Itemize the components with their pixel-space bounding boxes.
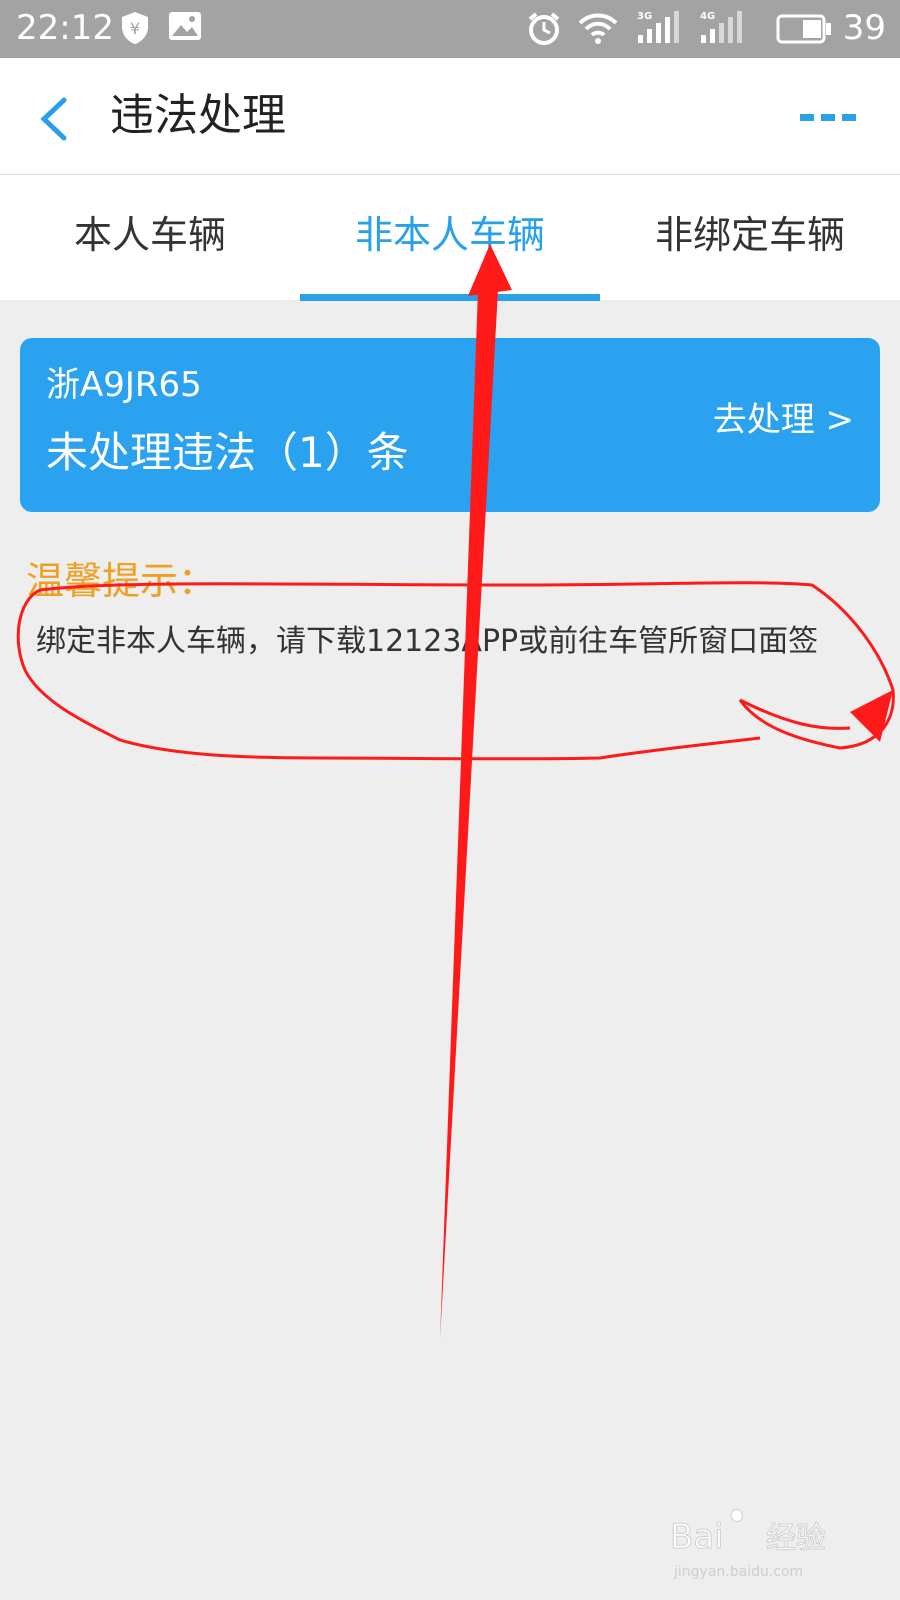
tab-non-own-vehicle[interactable]: 非本人车辆 bbox=[300, 175, 600, 300]
signal-4g-icon bbox=[701, 11, 742, 43]
more-dots-icon[interactable] bbox=[798, 108, 858, 128]
page-title: 违法处理 bbox=[110, 90, 286, 141]
status-time: 22:12 bbox=[16, 8, 114, 48]
tab-unbound-vehicle[interactable]: 非绑定车辆 bbox=[600, 175, 900, 300]
watermark-brand2: 经验 bbox=[766, 1521, 826, 1556]
svg-text:¥: ¥ bbox=[130, 19, 140, 38]
battery-level: 39 bbox=[842, 8, 886, 48]
paw-icon bbox=[730, 1509, 743, 1522]
process-button[interactable]: 去处理 > bbox=[713, 398, 854, 442]
watermark-url: jingyan.baidu.com bbox=[673, 1564, 803, 1580]
annotation-arrow-small bbox=[850, 690, 893, 742]
tab-own-vehicle[interactable]: 本人车辆 bbox=[0, 175, 300, 300]
active-tab-indicator bbox=[300, 294, 600, 301]
payment-shield-icon: ¥ bbox=[122, 12, 148, 44]
alarm-icon bbox=[528, 12, 560, 45]
app-header: 违法处理 bbox=[0, 58, 900, 175]
signal-3g-icon bbox=[638, 11, 679, 43]
wifi-icon bbox=[578, 13, 618, 44]
battery-icon bbox=[776, 14, 831, 44]
annotation-circle bbox=[16, 581, 895, 761]
picture-icon bbox=[169, 12, 201, 40]
tip-title: 温馨提示： bbox=[26, 559, 217, 603]
vehicle-tabs: 本人车辆 非本人车辆 非绑定车辆 bbox=[0, 175, 900, 300]
violation-count: 未处理违法（1）条 bbox=[46, 428, 409, 477]
violation-card[interactable]: 浙A9JR65 未处理违法（1）条 去处理 > bbox=[20, 338, 880, 512]
back-chevron-icon[interactable] bbox=[34, 94, 74, 144]
watermark-brand: Bai bbox=[670, 1517, 724, 1557]
status-bar: 22:12 ¥ 3G 4G 39 bbox=[0, 0, 900, 58]
plate-number: 浙A9JR65 bbox=[46, 365, 202, 405]
tip-text: 绑定非本人车辆，请下载12123APP或前往车管所窗口面签 bbox=[36, 624, 819, 659]
baidu-jingyan-watermark: Bai 经验 jingyan.baidu.com bbox=[670, 1509, 827, 1580]
